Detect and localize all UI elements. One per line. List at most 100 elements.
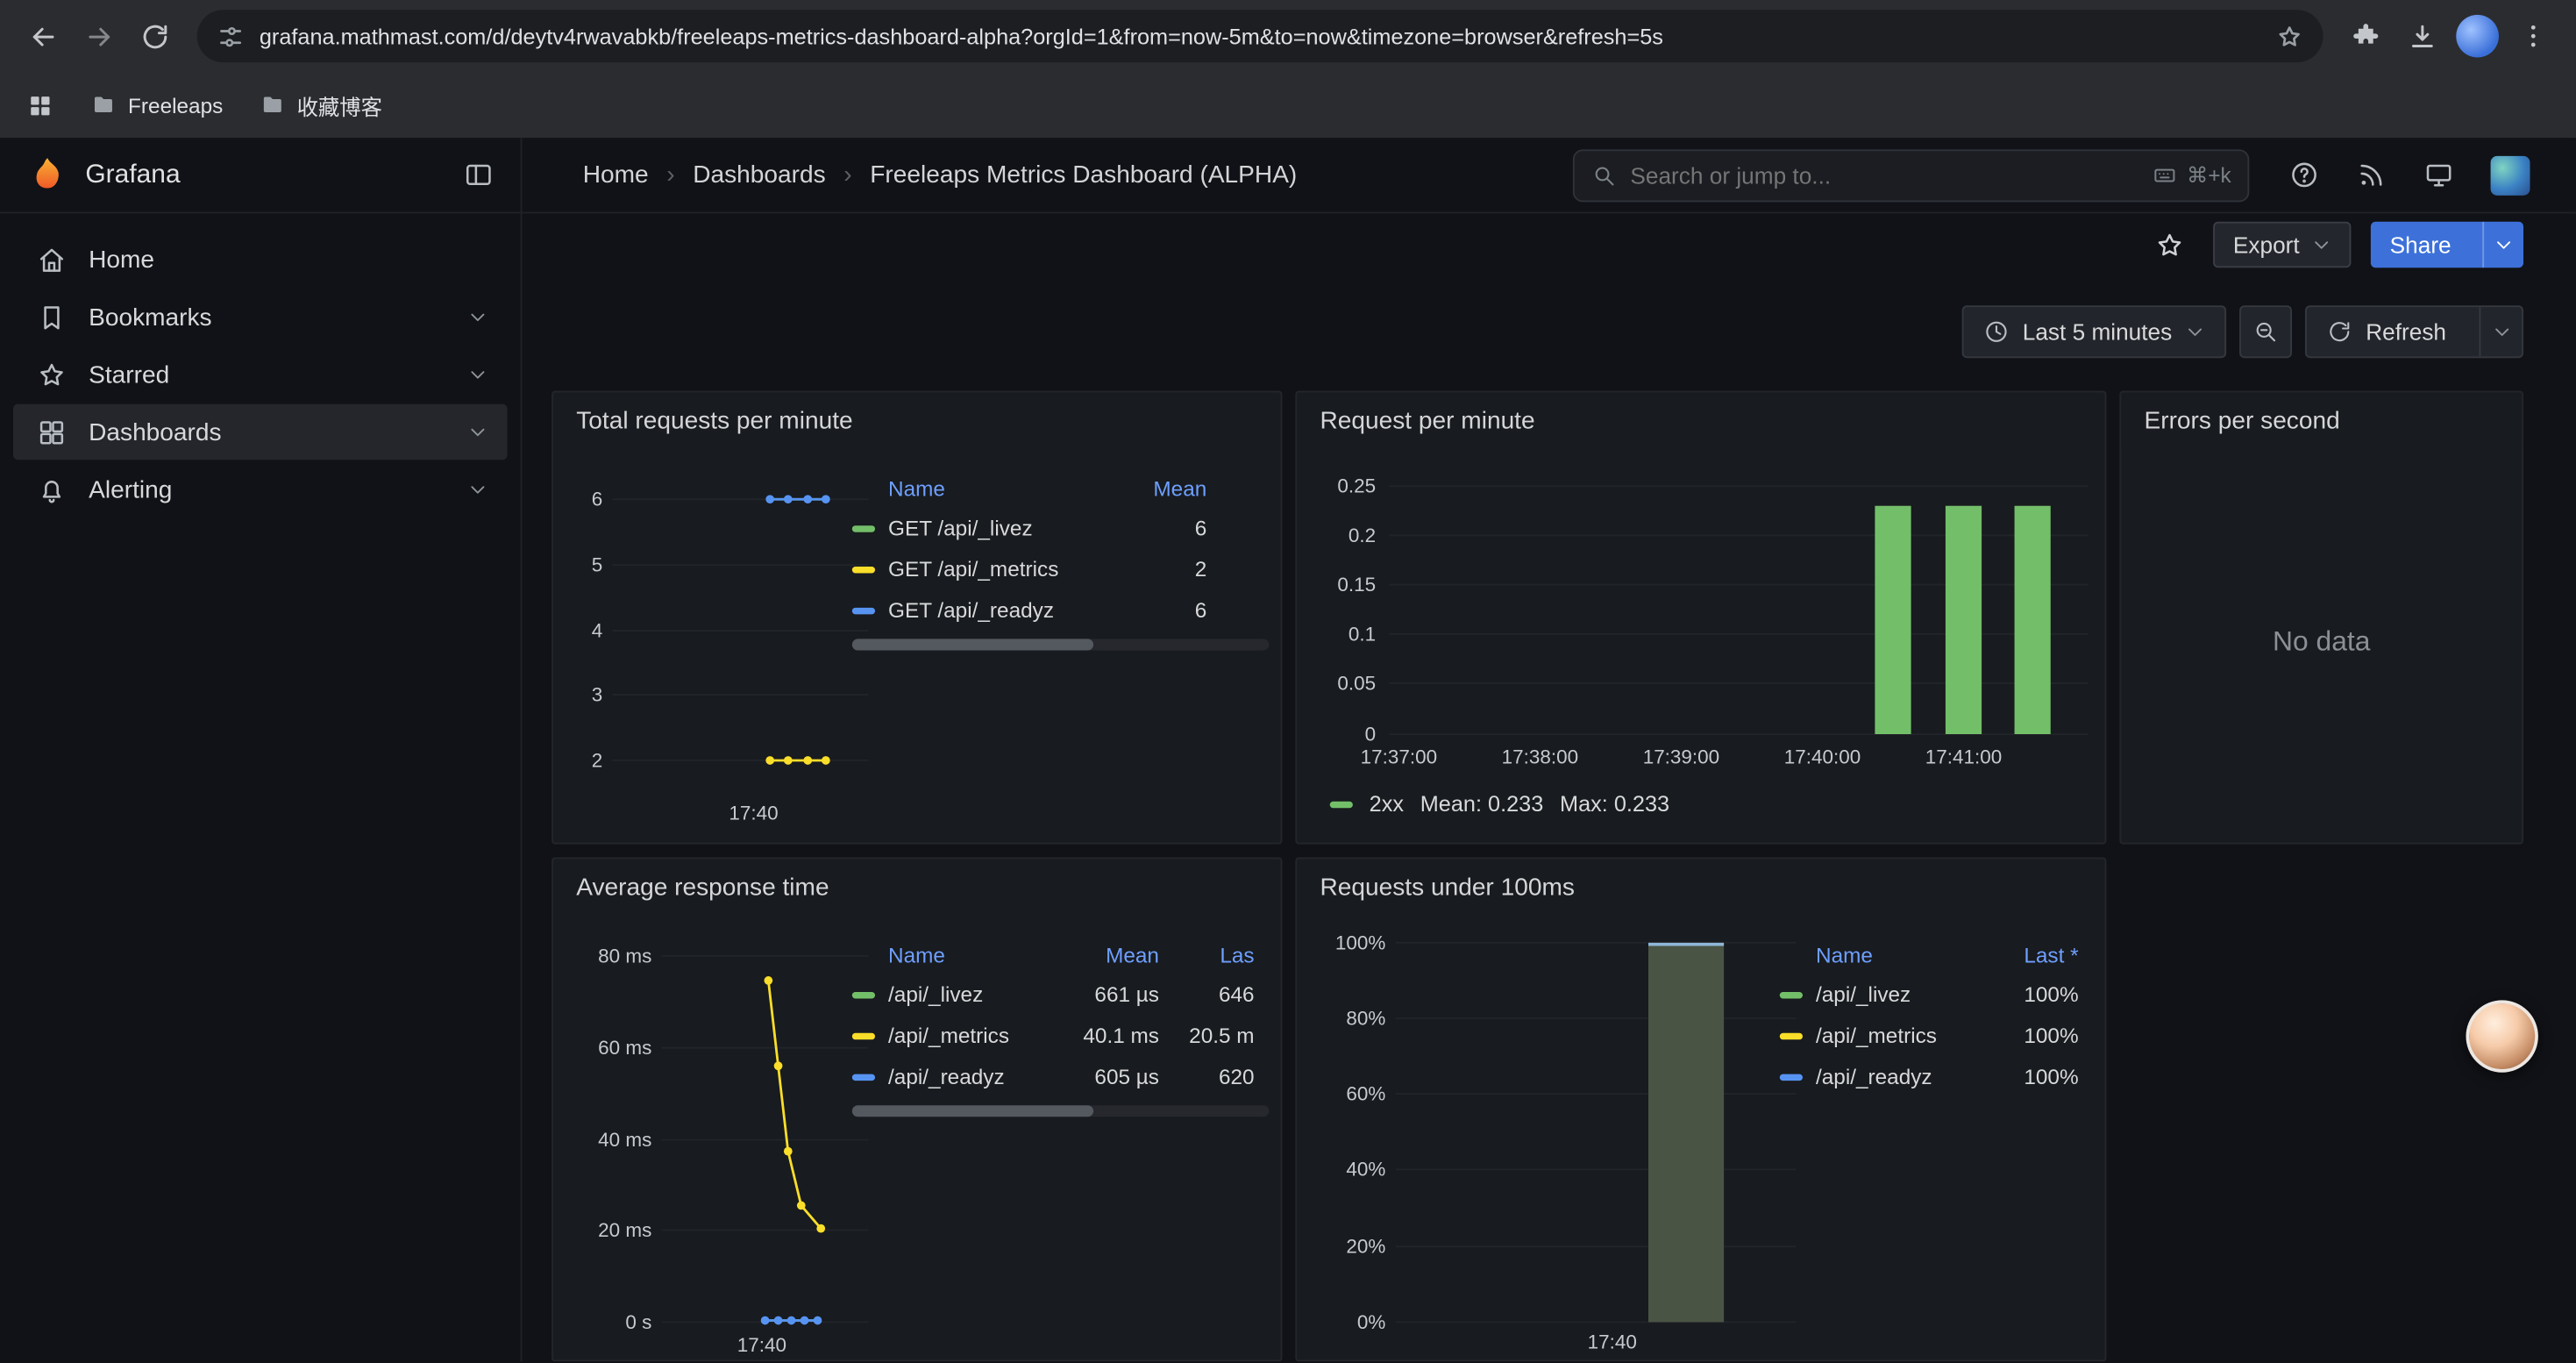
refresh-button[interactable]: Refresh — [2305, 305, 2523, 358]
bookmark-folder-freeleaps[interactable]: Freeleaps — [90, 92, 223, 118]
sidebar-item-home[interactable]: Home — [13, 232, 508, 288]
panel-title[interactable]: Total requests per minute — [576, 407, 852, 435]
time-range-picker[interactable]: Last 5 minutes — [1961, 305, 2226, 358]
dashboard-grid: Total requests per minute 6 5 4 3 2 17:4… — [522, 378, 2575, 1362]
export-button[interactable]: Export — [2213, 222, 2350, 268]
panel-title[interactable]: Request per minute — [1320, 407, 1534, 435]
breadcrumb-dashboards[interactable]: Dashboards — [693, 161, 825, 189]
series-name[interactable]: /api/_livez — [1816, 982, 1993, 1007]
download-icon — [2406, 20, 2437, 52]
x-tick: 17:40 — [729, 802, 778, 824]
forward-button[interactable] — [72, 10, 125, 62]
reload-button[interactable] — [128, 10, 181, 62]
chevron-down-icon[interactable] — [468, 422, 487, 441]
back-button[interactable] — [17, 10, 69, 62]
legend-header-name[interactable]: Name — [852, 942, 1065, 967]
legend-row: /api/_readyz 100% — [1780, 1056, 2079, 1097]
panel-title[interactable]: Errors per second — [2144, 407, 2339, 435]
star-icon — [36, 359, 68, 390]
series-last: 100% — [1993, 1024, 2078, 1048]
series-readyz — [761, 1317, 822, 1325]
chevron-down-icon[interactable] — [468, 365, 487, 384]
browser-profile-button[interactable] — [2451, 10, 2504, 62]
chevron-down-icon[interactable] — [468, 480, 487, 499]
request-per-minute-chart[interactable]: 0.25 0.2 0.15 0.1 0.05 0 17:37:00 17:38:… — [1310, 471, 2098, 823]
browser-chrome: grafana.mathmast.com/d/deytv4rwavabkb/fr… — [0, 0, 2576, 138]
search-input[interactable] — [1630, 161, 2138, 188]
breadcrumb-separator: › — [666, 161, 674, 189]
y-tick: 0.1 — [1348, 623, 1376, 645]
panel-title[interactable]: Requests under 100ms — [1320, 874, 1574, 902]
brand-name: Grafana — [85, 161, 446, 190]
grafana-logo[interactable] — [26, 153, 69, 196]
series-name[interactable]: GET /api/_readyz — [888, 598, 1114, 623]
dock-sidebar-icon[interactable] — [463, 160, 495, 191]
time-controls-row: Last 5 minutes Refresh — [522, 276, 2575, 378]
sidebar-item-bookmarks[interactable]: Bookmarks — [13, 289, 508, 346]
share-menu-caret[interactable] — [2482, 222, 2523, 268]
extensions-button[interactable] — [2339, 10, 2392, 62]
refresh-main[interactable]: Refresh — [2307, 307, 2466, 356]
series-name[interactable]: /api/_readyz — [888, 1064, 1065, 1088]
bookmark-star-icon[interactable] — [2275, 22, 2303, 50]
total-requests-chart[interactable]: 6 5 4 3 2 17:40 — [566, 468, 875, 836]
scrollbar-thumb[interactable] — [852, 1105, 1094, 1117]
sidebar-item-label: Home — [89, 246, 154, 274]
site-info-icon[interactable] — [217, 22, 245, 50]
chevron-down-icon — [2494, 235, 2513, 254]
chevron-down-icon[interactable] — [468, 307, 487, 326]
series-name[interactable]: GET /api/_metrics — [888, 557, 1114, 582]
search-box[interactable]: ⌘+k — [1573, 148, 2249, 201]
x-tick: 17:39:00 — [1643, 746, 1719, 768]
requests-under-100ms-chart[interactable]: 100% 80% 60% 40% 20% 0% 17:40 — [1310, 924, 1803, 1361]
user-avatar[interactable] — [2491, 155, 2530, 195]
browser-menu-button[interactable] — [2507, 10, 2559, 62]
bookmark-folder-blogs[interactable]: 收藏博客 — [260, 89, 382, 121]
zoom-out-icon — [2252, 318, 2279, 345]
legend-header-last[interactable]: Last * — [1993, 942, 2078, 967]
series-mean: 605 µs — [1065, 1064, 1159, 1088]
series-name[interactable]: 2xx — [1370, 792, 1404, 817]
legend-header-name[interactable]: Name — [1780, 942, 1993, 967]
grid-lines — [662, 956, 869, 1323]
share-button[interactable]: Share — [2370, 222, 2523, 268]
favorite-dashboard-button[interactable] — [2145, 220, 2194, 269]
legend-row: /api/_metrics 100% — [1780, 1015, 2079, 1056]
sidebar-item-dashboards[interactable]: Dashboards — [13, 404, 508, 460]
monitor-icon[interactable] — [2423, 160, 2455, 191]
series-name[interactable]: /api/_readyz — [1816, 1064, 1993, 1088]
help-icon[interactable] — [2288, 160, 2320, 191]
legend-header-mean[interactable]: Mean — [1065, 942, 1159, 967]
x-tick: 17:40:00 — [1784, 746, 1861, 768]
series-color-chip — [1780, 1032, 1803, 1038]
refresh-interval-caret[interactable] — [2479, 307, 2522, 356]
series-name[interactable]: /api/_livez — [888, 982, 1065, 1007]
legend-header-mean[interactable]: Mean — [1114, 475, 1206, 500]
series-color-chip — [852, 1074, 875, 1080]
sidebar-item-starred[interactable]: Starred — [13, 346, 508, 403]
floating-chat-avatar[interactable] — [2466, 1000, 2537, 1072]
panel-title[interactable]: Average response time — [576, 874, 829, 902]
url-bar[interactable]: grafana.mathmast.com/d/deytv4rwavabkb/fr… — [197, 10, 2323, 62]
refresh-label: Refresh — [2366, 318, 2446, 345]
zoom-out-button[interactable] — [2239, 305, 2292, 358]
legend-header-name[interactable]: Name — [852, 475, 1115, 500]
legend-row: /api/_livez 100% — [1780, 974, 2079, 1015]
sidebar-item-alerting[interactable]: Alerting — [13, 461, 508, 517]
average-response-time-chart[interactable]: 80 ms 60 ms 40 ms 20 ms 0 s 17:40 — [566, 938, 875, 1361]
folder-icon — [260, 92, 286, 118]
legend-header-last[interactable]: Las — [1159, 942, 1255, 967]
apps-grid-icon[interactable] — [26, 91, 54, 119]
series-mean: 2 — [1114, 557, 1206, 582]
grafana-header: Home › Dashboards › Freeleaps Metrics Da… — [522, 138, 2575, 213]
scrollbar-thumb[interactable] — [852, 639, 1094, 650]
news-rss-icon[interactable] — [2356, 160, 2387, 191]
y-tick: 40% — [1346, 1159, 1385, 1181]
series-name[interactable]: GET /api/_livez — [888, 516, 1114, 540]
series-name[interactable]: /api/_metrics — [1816, 1024, 1993, 1048]
series-name[interactable]: /api/_metrics — [888, 1024, 1065, 1048]
series-readyz — [765, 495, 829, 503]
breadcrumb-home[interactable]: Home — [583, 161, 649, 189]
share-button-label[interactable]: Share — [2370, 222, 2471, 268]
downloads-button[interactable] — [2395, 10, 2448, 62]
